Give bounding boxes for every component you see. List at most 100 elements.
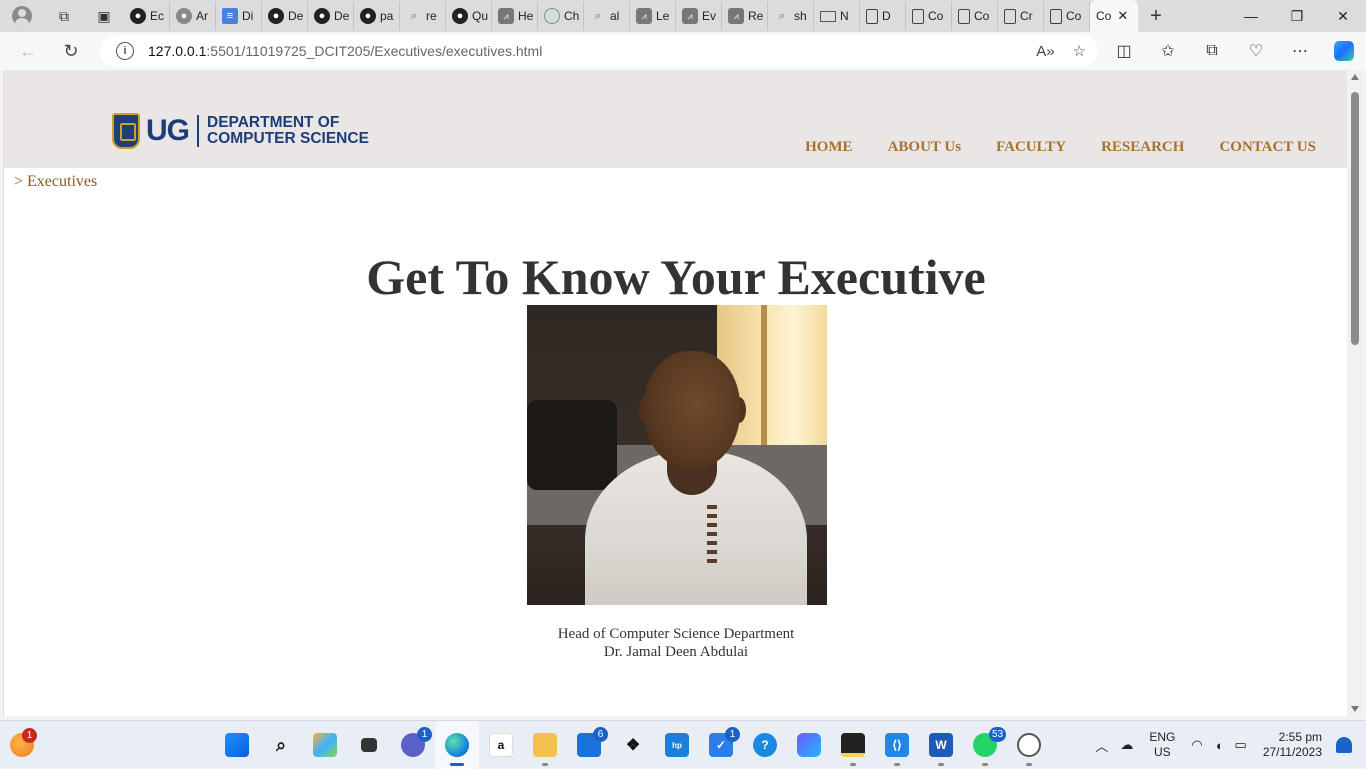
copilot-app-button[interactable]	[787, 721, 831, 769]
browser-tab[interactable]: Co	[952, 2, 998, 30]
mail-badge: 6	[593, 727, 608, 742]
notifications-bell-icon[interactable]	[1336, 737, 1352, 753]
copilot-button[interactable]	[1322, 32, 1366, 70]
code-icon: ⩘	[728, 8, 744, 24]
edge-button[interactable]	[435, 721, 479, 769]
search-icon: ⌕	[594, 9, 602, 22]
browser-tab[interactable]: ● Ar	[170, 2, 216, 30]
browser-tab[interactable]: N	[814, 2, 860, 30]
browser-tab[interactable]: Co	[1044, 2, 1090, 30]
tab-title: Ar	[196, 9, 208, 23]
split-screen-icon[interactable]: ◫	[1102, 32, 1146, 70]
onedrive-icon[interactable]: ☁	[1114, 737, 1139, 753]
wifi-icon[interactable]: ◠	[1185, 737, 1208, 753]
close-window-button[interactable]: ✕	[1320, 0, 1366, 32]
profile-button[interactable]	[0, 0, 44, 32]
copilot-icon	[1334, 41, 1354, 61]
todo-button[interactable]: ✓ 1	[699, 721, 743, 769]
back-button[interactable]: ←	[7, 32, 49, 70]
task-view-button[interactable]	[347, 721, 391, 769]
obs-button[interactable]	[1007, 721, 1051, 769]
new-tab-button[interactable]: +	[1138, 0, 1174, 32]
github-icon: ●	[130, 8, 146, 24]
browser-essentials-icon[interactable]: ♡	[1234, 32, 1278, 70]
page-icon	[1004, 8, 1016, 24]
volume-icon[interactable]: ◖	[1209, 738, 1229, 753]
browser-tab[interactable]: ⌕ re	[400, 2, 446, 30]
battery-icon[interactable]: ▭	[1229, 737, 1253, 753]
collections-icon[interactable]: ⧉	[1190, 32, 1234, 70]
scrollbar-thumb[interactable]	[1351, 92, 1359, 345]
nav-link-home[interactable]: HOME	[805, 139, 853, 156]
browser-tab[interactable]: ≡ Di	[216, 2, 262, 30]
workspaces-button[interactable]: ⧉	[44, 0, 84, 32]
word-button[interactable]: W	[919, 721, 963, 769]
vscode-button[interactable]: ⟨⟩	[875, 721, 919, 769]
windows-start-icon	[225, 733, 249, 757]
get-help-button[interactable]: ?	[743, 721, 787, 769]
more-menu-icon[interactable]: ⋯	[1278, 32, 1322, 70]
tab-list: ● Ec ● Ar ≡ Di ● De ● De ● pa ⌕ re ● Qu ⩘ He Ch ⌕ al ⩘ Le ⩘ Ev ⩘ R…	[124, 0, 1090, 32]
favorite-star-icon[interactable]: ☆	[1073, 42, 1086, 60]
browser-tab[interactable]: D	[860, 2, 906, 30]
executive-photo	[527, 305, 827, 605]
browser-tab[interactable]: ⩘ Ev	[676, 2, 722, 30]
browser-tab[interactable]: ⌕ sh	[768, 2, 814, 30]
executive-name: Dr. Jamal Deen Abdulai	[603, 644, 749, 660]
browser-tab[interactable]: ⩘ Re	[722, 2, 768, 30]
search-icon: ⌕	[410, 9, 418, 22]
browser-tab[interactable]: ● De	[308, 2, 354, 30]
browser-tab[interactable]: ● pa	[354, 2, 400, 30]
start-button[interactable]	[215, 721, 259, 769]
address-bar[interactable]: i 127.0.0.1:5501/11019725_DCIT205/Execut…	[100, 35, 1098, 67]
file-explorer-button[interactable]	[523, 721, 567, 769]
myhp-button[interactable]: hp	[655, 721, 699, 769]
nav-link-research[interactable]: RESEARCH	[1101, 139, 1184, 156]
copilot-preview-button[interactable]	[303, 721, 347, 769]
tab-title: Ev	[702, 9, 717, 23]
scroll-down-icon[interactable]	[1351, 706, 1359, 712]
weather-badge: 1	[22, 728, 37, 743]
whatsapp-button[interactable]: 53	[963, 721, 1007, 769]
nav-link-about-us[interactable]: ABOUT Us	[888, 139, 962, 156]
browser-tab[interactable]: ● Qu	[446, 2, 492, 30]
url-text[interactable]: 127.0.0.1:5501/11019725_DCIT205/Executiv…	[148, 43, 542, 59]
page-scrollbar[interactable]	[1347, 70, 1363, 716]
breadcrumb[interactable]: > Executives	[14, 173, 97, 191]
site-info-icon[interactable]: i	[116, 42, 134, 60]
browser-tab[interactable]: Cr	[998, 2, 1044, 30]
mail-button[interactable]: 6	[567, 721, 611, 769]
search-button[interactable]: ⌕	[259, 721, 303, 769]
nav-link-faculty[interactable]: FACULTY	[996, 139, 1066, 156]
minimize-button[interactable]: —	[1228, 0, 1274, 32]
copilot-pre-icon	[313, 733, 337, 757]
dropbox-button[interactable]: ❖	[611, 721, 655, 769]
amazon-button[interactable]: a	[479, 721, 523, 769]
browser-tab[interactable]: ⩘ He	[492, 2, 538, 30]
browser-tab[interactable]: ● Ec	[124, 2, 170, 30]
tab-actions-button[interactable]: ▣	[84, 0, 124, 32]
close-tab-icon[interactable]: ✕	[1117, 8, 1128, 24]
browser-tab[interactable]: Co	[906, 2, 952, 30]
language-indicator[interactable]: ENG US	[1139, 730, 1185, 760]
refresh-button[interactable]: ↻	[50, 32, 92, 70]
clock[interactable]: 2:55 pm 27/11/2023	[1253, 730, 1336, 760]
favorites-icon[interactable]: ✩	[1146, 32, 1190, 70]
browser-tab[interactable]: ⌕ al	[584, 2, 630, 30]
sticky-notes-button[interactable]	[831, 721, 875, 769]
show-hidden-icons-icon[interactable]: ︿	[1089, 736, 1114, 755]
department-logo[interactable]: UG DEPARTMENT OF COMPUTER SCIENCE	[112, 113, 369, 149]
browser-tab[interactable]: Ch	[538, 2, 584, 30]
scroll-up-icon[interactable]	[1351, 74, 1359, 80]
tab-title: De	[334, 9, 350, 23]
tab-active[interactable]: Co ✕	[1090, 0, 1138, 32]
browser-tab[interactable]: ⩘ Le	[630, 2, 676, 30]
tab-title: Co	[974, 9, 990, 23]
restore-button[interactable]: ❐	[1274, 0, 1320, 32]
teams-button[interactable]: 1	[391, 721, 435, 769]
read-aloud-icon[interactable]: A»	[1036, 43, 1054, 60]
main-nav: HOME ABOUT Us FACULTY RESEARCH CONTACT US	[805, 139, 1316, 156]
browser-tab[interactable]: ● De	[262, 2, 308, 30]
nav-link-contact-us[interactable]: CONTACT US	[1219, 139, 1316, 156]
tab-title: Qu	[472, 9, 489, 23]
